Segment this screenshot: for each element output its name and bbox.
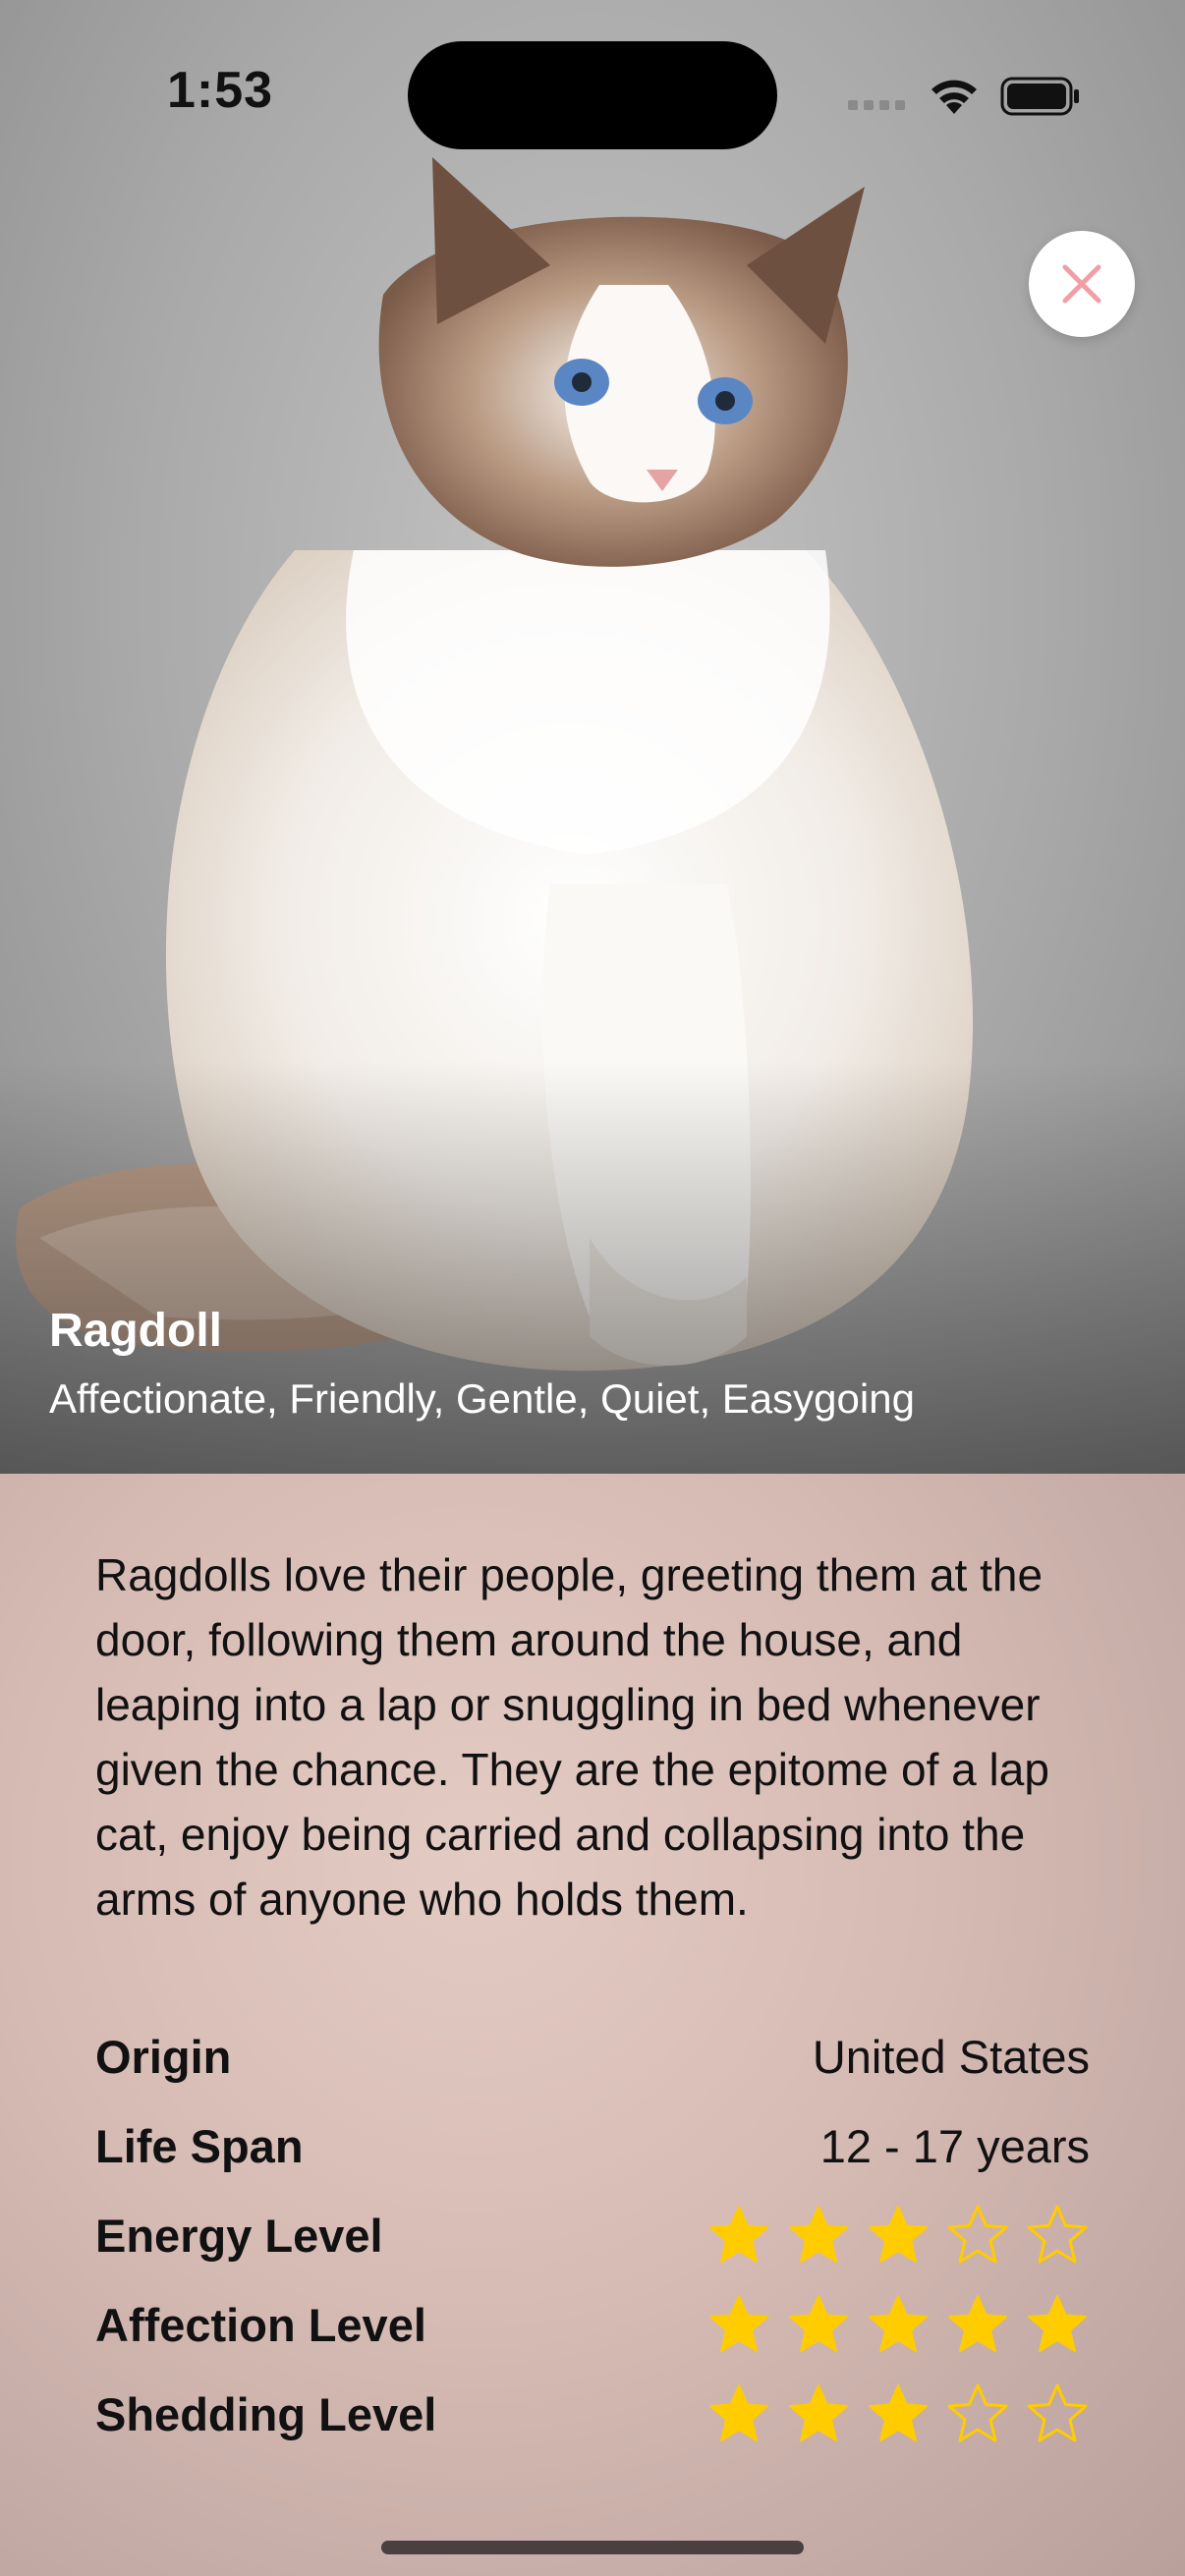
shedding-level-rating: [706, 2381, 1090, 2446]
life-span-label: Life Span: [95, 2119, 304, 2172]
star-filled-icon: [709, 2384, 768, 2441]
star-filled-icon: [789, 2206, 848, 2263]
star-filled-icon: [869, 2384, 928, 2441]
origin-value: United States: [812, 2030, 1090, 2083]
life-span-row: Life Span 12 - 17 years: [95, 2111, 1090, 2180]
star-filled-icon: [948, 2295, 1007, 2352]
star-filled-icon: [709, 2295, 768, 2352]
star-outline-icon: [1027, 2205, 1088, 2264]
affection-level-rating: [706, 2292, 1090, 2357]
breed-photo: [0, 0, 1185, 1474]
signal-icon: [848, 100, 905, 110]
dynamic-island: [408, 41, 777, 149]
star-filled-icon: [709, 2206, 768, 2263]
battery-icon: [1000, 77, 1079, 116]
origin-label: Origin: [95, 2030, 232, 2083]
energy-level-rating: [706, 2203, 1090, 2268]
status-time: 1:53: [167, 62, 274, 119]
wifi-icon: [931, 80, 977, 114]
details-panel: Ragdolls love their people, greeting the…: [0, 1474, 1185, 2576]
affection-level-row: Affection Level: [95, 2290, 1090, 2359]
star-filled-icon: [869, 2206, 928, 2263]
shedding-level-row: Shedding Level: [95, 2380, 1090, 2448]
star-filled-icon: [869, 2295, 928, 2352]
star-outline-icon: [1027, 2383, 1088, 2442]
breed-name: Ragdoll: [49, 1305, 222, 1357]
shedding-level-label: Shedding Level: [95, 2387, 437, 2440]
breed-temperament: Affectionate, Friendly, Gentle, Quiet, E…: [49, 1375, 915, 1422]
home-indicator[interactable]: [381, 2541, 804, 2554]
life-span-value: 12 - 17 years: [819, 2119, 1090, 2172]
close-button[interactable]: [1029, 231, 1135, 337]
breed-description: Ragdolls love their people, greeting the…: [95, 1549, 1049, 1925]
close-icon: [1062, 264, 1101, 304]
star-filled-icon: [1028, 2295, 1087, 2352]
status-bar: 1:53: [0, 0, 1185, 187]
origin-row: Origin United States: [95, 2022, 1090, 2091]
affection-level-label: Affection Level: [95, 2298, 426, 2351]
star-outline-icon: [947, 2205, 1008, 2264]
energy-level-row: Energy Level: [95, 2201, 1090, 2269]
star-filled-icon: [789, 2295, 848, 2352]
energy-level-label: Energy Level: [95, 2209, 383, 2262]
star-outline-icon: [947, 2383, 1008, 2442]
star-filled-icon: [789, 2384, 848, 2441]
